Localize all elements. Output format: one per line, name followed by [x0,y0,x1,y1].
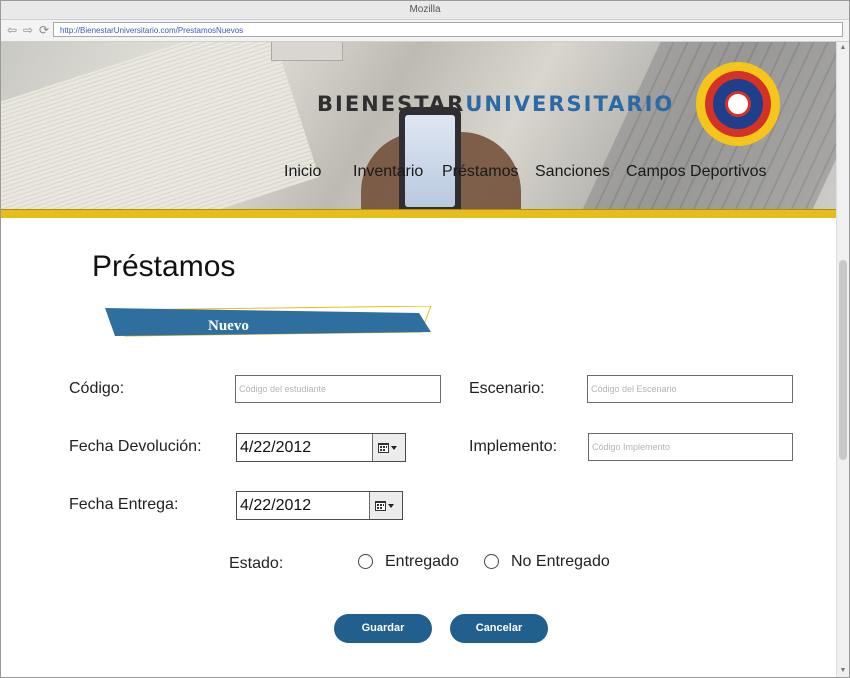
codigo-input[interactable]: Código del estudiante [235,375,441,403]
header-divider [1,209,837,218]
window-title: Mozilla [1,1,849,20]
browser-window: Mozilla ⇦ ⇨ ⟳ http://BienestarUniversita… [0,0,850,678]
nuevo-ribbon: Nuevo [105,306,432,337]
escenario-label: Escenario: [469,380,545,397]
nav-item-sanciones[interactable]: Sanciones [535,163,610,181]
save-button[interactable]: Guardar [334,614,432,643]
radio-entregado[interactable] [358,554,373,569]
scroll-up-icon[interactable]: ▲ [839,44,847,52]
fecha-devolucion-label: Fecha Devolución: [69,438,202,455]
calendar-icon [378,443,397,453]
codigo-label: Código: [69,380,125,397]
main-nav: Inicio Inventario Préstamos Sanciones Ca… [1,163,837,185]
fecha-entrega-label: Fecha Entrega: [69,496,179,513]
implemento-input[interactable]: Código Implemento [588,433,793,461]
fecha-entrega-datepicker[interactable]: 4/22/2012 [236,491,403,520]
phone-image [399,107,461,209]
nav-item-inicio[interactable]: Inicio [284,163,321,181]
fecha-entrega-calendar-button[interactable] [369,492,402,519]
page-title: Préstamos [92,250,236,283]
browser-toolbar: ⇦ ⇨ ⟳ http://BienestarUniversitario.com/… [1,20,849,42]
ribbon-label: Nuevo [208,318,249,334]
radio-entregado-label[interactable]: Entregado [385,553,459,571]
forward-icon[interactable]: ⇨ [21,23,35,37]
address-bar[interactable]: http://BienestarUniversitario.com/Presta… [53,22,843,37]
scrollbar-thumb[interactable] [839,260,847,460]
scroll-down-icon[interactable]: ▼ [839,667,847,675]
header-banner: BIENESTARUNIVERSITARIO Inicio Inventario… [1,42,837,209]
cancel-button[interactable]: Cancelar [450,614,548,643]
vertical-scrollbar[interactable]: ▲ ▼ [836,42,849,677]
nav-item-campos-deportivos[interactable]: Campos Deportivos [626,163,767,181]
nav-item-inventario[interactable]: Inventario [353,163,423,181]
radio-no-entregado[interactable] [484,554,499,569]
logo-text-bienestar: BIENESTAR [317,92,466,116]
page-content: BIENESTARUNIVERSITARIO Inicio Inventario… [1,42,837,677]
calculator-image [271,42,343,61]
fecha-devolucion-calendar-button[interactable] [372,434,405,461]
radio-no-entregado-label[interactable]: No Entregado [511,553,610,571]
university-seal-icon [696,62,780,146]
nav-item-prestamos[interactable]: Préstamos [442,163,518,181]
calendar-icon [375,501,394,511]
estado-label: Estado: [229,555,284,572]
back-icon[interactable]: ⇦ [5,23,19,37]
site-logo[interactable]: BIENESTARUNIVERSITARIO [317,92,674,116]
logo-text-universitario: UNIVERSITARIO [465,92,675,116]
escenario-input[interactable]: Código del Escenario [587,375,793,403]
reload-icon[interactable]: ⟳ [37,23,51,37]
fecha-devolucion-value: 4/22/2012 [240,439,312,456]
fecha-devolucion-datepicker[interactable]: 4/22/2012 [236,433,406,462]
implemento-label: Implemento: [469,438,558,455]
fecha-entrega-value: 4/22/2012 [240,497,312,514]
